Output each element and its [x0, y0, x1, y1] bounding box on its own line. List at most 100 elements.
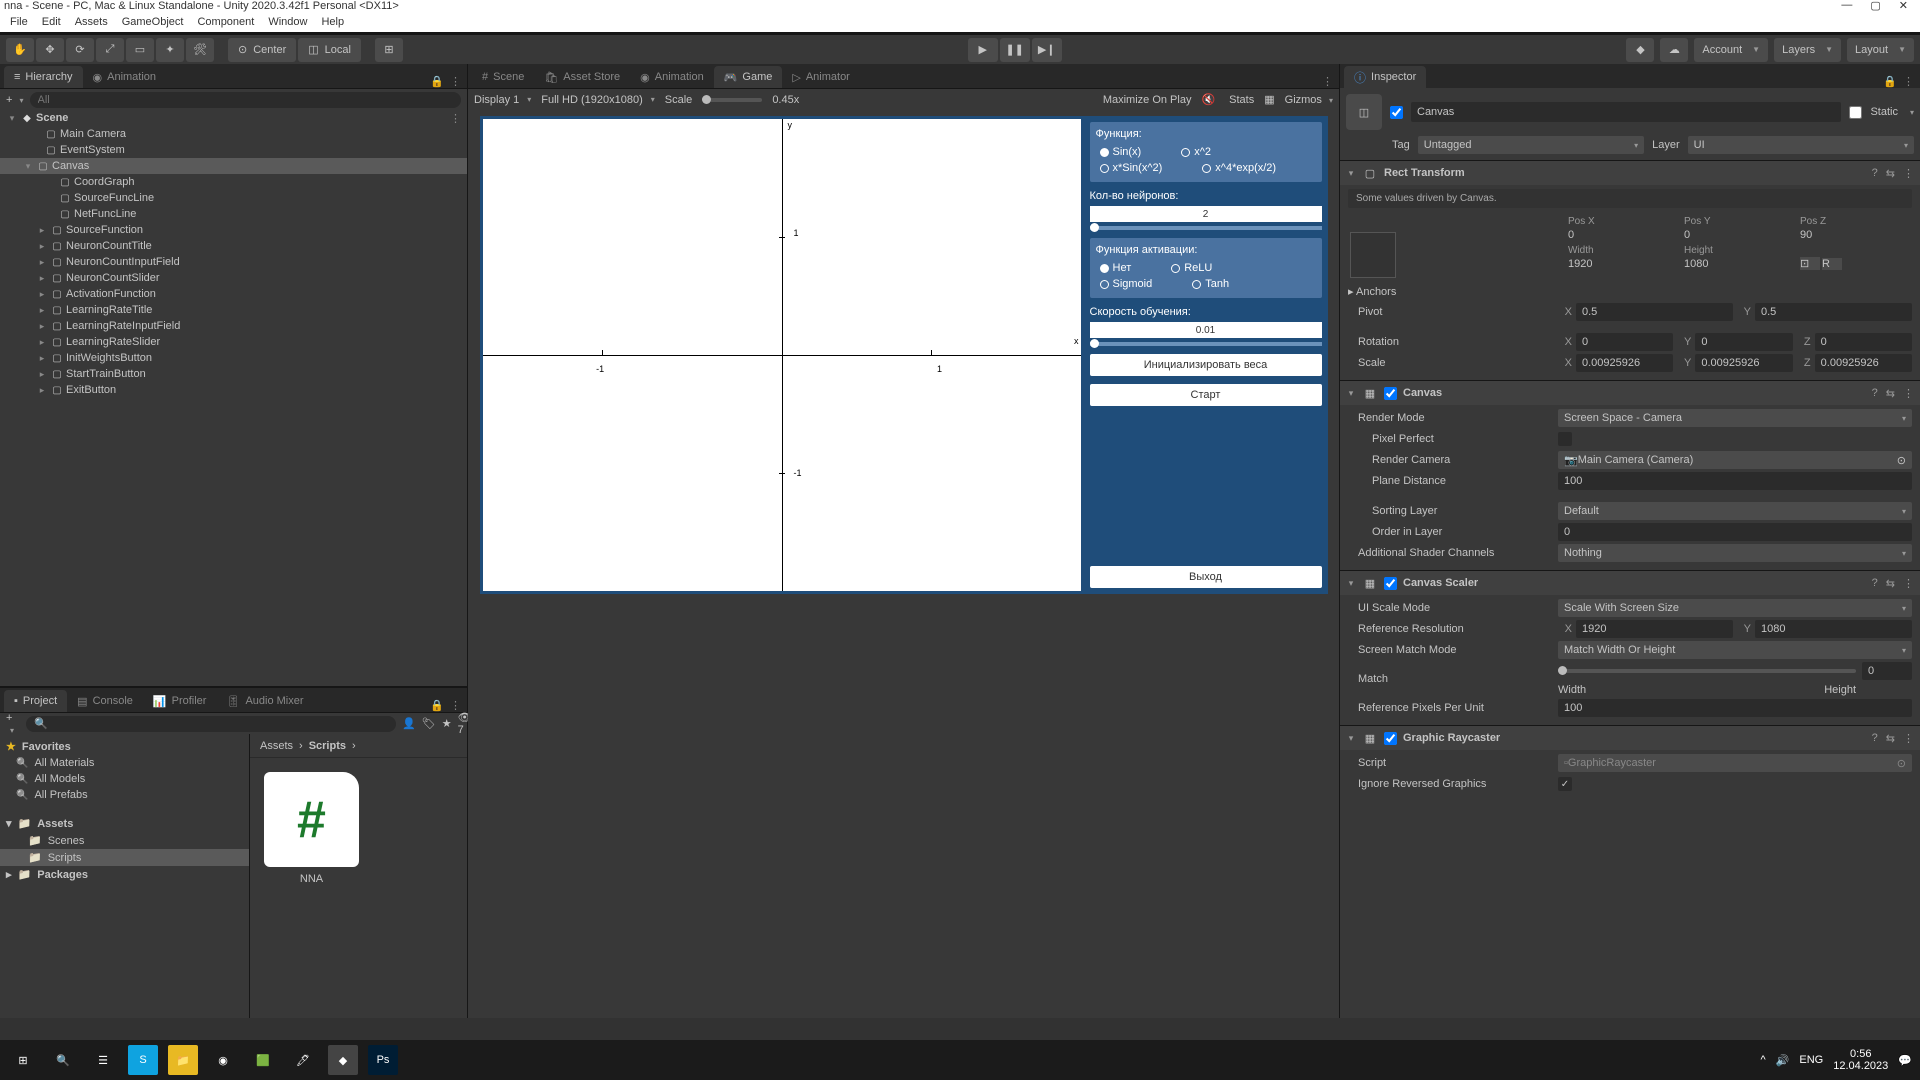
radio-x2[interactable]: x^2 — [1181, 146, 1211, 158]
app-icon-2[interactable]: 🖊 — [288, 1045, 318, 1075]
radio-xsinx2[interactable]: x*Sin(x^2) — [1100, 162, 1163, 174]
lock-icon[interactable]: 🔒 — [430, 699, 444, 712]
collab-icon[interactable]: ◆ — [1626, 38, 1654, 62]
tab-console[interactable]: ▤ Console — [67, 690, 143, 712]
menu-assets[interactable]: Assets — [75, 16, 108, 28]
tab-hierarchy[interactable]: ≡ Hierarchy — [4, 66, 83, 88]
tab-assetstore[interactable]: 🛍 Asset Store — [534, 66, 630, 88]
scale-z[interactable]: 0.00925926 — [1815, 354, 1912, 372]
hierarchy-item-neuroncountinput[interactable]: ▸NeuronCountInputField — [0, 254, 467, 270]
hierarchy-item-neuroncounttitle[interactable]: ▸NeuronCountTitle — [0, 238, 467, 254]
rot-x[interactable]: 0 — [1576, 333, 1673, 351]
render-mode-dropdown[interactable]: Screen Space - Camera▾ — [1558, 409, 1912, 427]
tab-inspector[interactable]: ⓘ Inspector — [1344, 66, 1426, 88]
assets-root[interactable]: ▾Assets — [0, 815, 249, 832]
raycaster-header[interactable]: ▾▦Graphic Raycaster ?⇆⋮ — [1340, 726, 1920, 750]
tab-animator[interactable]: ▷ Animator — [782, 66, 860, 88]
account-dropdown[interactable]: Account▼ — [1694, 38, 1768, 62]
radio-act-tanh[interactable]: Tanh — [1192, 278, 1229, 290]
start-button[interactable]: ⊞ — [8, 1045, 38, 1075]
width-input[interactable]: 1920 — [1568, 258, 1680, 270]
min-icon[interactable]: — — [1841, 0, 1852, 12]
hierarchy-item-canvas[interactable]: ▾Canvas — [0, 158, 467, 174]
mute-icon[interactable]: 🔇 — [1201, 93, 1215, 106]
plane-distance-input[interactable]: 100 — [1558, 472, 1912, 490]
tray-volume-icon[interactable]: 🔊 — [1776, 1054, 1790, 1067]
hierarchy-item-sourcefunction[interactable]: ▸SourceFunction — [0, 222, 467, 238]
radio-x4exp[interactable]: x^4*exp(x/2) — [1202, 162, 1276, 174]
gameobject-name-input[interactable] — [1411, 102, 1841, 122]
menu-gameobject[interactable]: GameObject — [122, 16, 184, 28]
menu-edit[interactable]: Edit — [42, 16, 61, 28]
hierarchy-item-exitbtn[interactable]: ▸ExitButton — [0, 382, 467, 398]
script-field[interactable]: ▫ GraphicRaycaster⊙ — [1558, 754, 1912, 772]
rect-tool[interactable]: ▭ — [126, 38, 154, 62]
radio-sinx[interactable]: Sin(x) — [1100, 146, 1142, 158]
sorting-layer-dropdown[interactable]: Default▾ — [1558, 502, 1912, 520]
ref-pixels-input[interactable]: 100 — [1558, 699, 1912, 717]
anchor-preset-button[interactable] — [1350, 232, 1396, 278]
preset-icon[interactable]: ⇆ — [1886, 167, 1895, 180]
resolution-dropdown[interactable]: Full HD (1920x1080)▾ — [541, 94, 655, 106]
close-icon[interactable]: ✕ — [1899, 0, 1908, 12]
menu-component[interactable]: Component — [197, 16, 254, 28]
step-button[interactable]: ▶❙ — [1032, 38, 1062, 62]
scale-x[interactable]: 0.00925926 — [1576, 354, 1673, 372]
pivot-x[interactable]: 0.5 — [1576, 303, 1733, 321]
rotate-tool[interactable]: ⟳ — [66, 38, 94, 62]
menu-file[interactable]: File — [10, 16, 28, 28]
tab-scene[interactable]: # Scene — [472, 66, 534, 88]
space-toggle[interactable]: ◫ Local — [298, 38, 361, 62]
stats-toggle[interactable]: Stats — [1229, 94, 1254, 106]
rect-transform-header[interactable]: ▾▢Rect Transform ?⇆⋮ — [1340, 161, 1920, 185]
search-icon[interactable]: 🔍 — [48, 1045, 78, 1075]
hierarchy-item-sourcefuncline[interactable]: SourceFuncLine — [0, 190, 467, 206]
panel-menu-icon[interactable]: ⋮ — [1903, 75, 1914, 88]
cloud-icon[interactable]: ☁ — [1660, 38, 1688, 62]
pivot-y[interactable]: 0.5 — [1755, 303, 1912, 321]
tag-dropdown[interactable]: Untagged▾ — [1418, 136, 1644, 154]
play-button[interactable]: ▶ — [968, 38, 998, 62]
lr-input[interactable]: 0.01 — [1090, 322, 1322, 338]
packages-root[interactable]: ▸Packages — [0, 866, 249, 883]
create-dropdown[interactable]: + ▾ — [6, 94, 24, 106]
static-checkbox[interactable] — [1849, 106, 1862, 119]
skype-icon[interactable]: S — [128, 1045, 158, 1075]
lr-slider[interactable] — [1090, 342, 1322, 346]
match-value[interactable]: 0 — [1862, 662, 1912, 680]
unity-icon[interactable]: ◆ — [328, 1045, 358, 1075]
pixel-perfect-checkbox[interactable] — [1558, 432, 1572, 446]
display-dropdown[interactable]: Display 1▾ — [474, 94, 531, 106]
height-input[interactable]: 1080 — [1684, 258, 1796, 270]
fav-all-materials[interactable]: All Materials — [0, 755, 249, 771]
explorer-icon[interactable]: 📁 — [168, 1045, 198, 1075]
create-dropdown[interactable]: + ▾ — [6, 712, 14, 736]
asset-nna-script[interactable]: # NNA — [264, 772, 359, 885]
ui-scale-mode-dropdown[interactable]: Scale With Screen Size▾ — [1558, 599, 1912, 617]
fav-all-models[interactable]: All Models — [0, 771, 249, 787]
app-icon-1[interactable]: 🟩 — [248, 1045, 278, 1075]
filter-by-type-icon[interactable]: 👤 — [402, 717, 416, 730]
rot-y[interactable]: 0 — [1695, 333, 1792, 351]
scaler-header[interactable]: ▾▦Canvas Scaler ?⇆⋮ — [1340, 571, 1920, 595]
tab-project[interactable]: ▪ Project — [4, 690, 67, 712]
favorites-header[interactable]: ★Favorites — [0, 738, 249, 755]
match-slider[interactable] — [1558, 669, 1856, 673]
layers-dropdown[interactable]: Layers▼ — [1774, 38, 1841, 62]
scale-slider[interactable] — [702, 98, 762, 102]
scale-tool[interactable]: ⤢ — [96, 38, 124, 62]
scale-y[interactable]: 0.00925926 — [1695, 354, 1792, 372]
raw-edit-button[interactable]: R — [1822, 258, 1842, 270]
scene-menu-icon[interactable]: ⋮ — [450, 112, 467, 125]
radio-act-relu[interactable]: ReLU — [1171, 262, 1212, 274]
neuron-count-input[interactable]: 2 — [1090, 206, 1322, 222]
chrome-icon[interactable]: ◉ — [208, 1045, 238, 1075]
snap-toggle[interactable]: ⊞ — [375, 38, 403, 62]
lock-icon[interactable]: 🔒 — [430, 75, 444, 88]
shader-channels-dropdown[interactable]: Nothing▾ — [1558, 544, 1912, 562]
hierarchy-item-starttrain[interactable]: ▸StartTrainButton — [0, 366, 467, 382]
hand-tool[interactable]: ✋ — [6, 38, 34, 62]
move-tool[interactable]: ✥ — [36, 38, 64, 62]
order-in-layer-input[interactable]: 0 — [1558, 523, 1912, 541]
hierarchy-item-lrinput[interactable]: ▸LearningRateInputField — [0, 318, 467, 334]
